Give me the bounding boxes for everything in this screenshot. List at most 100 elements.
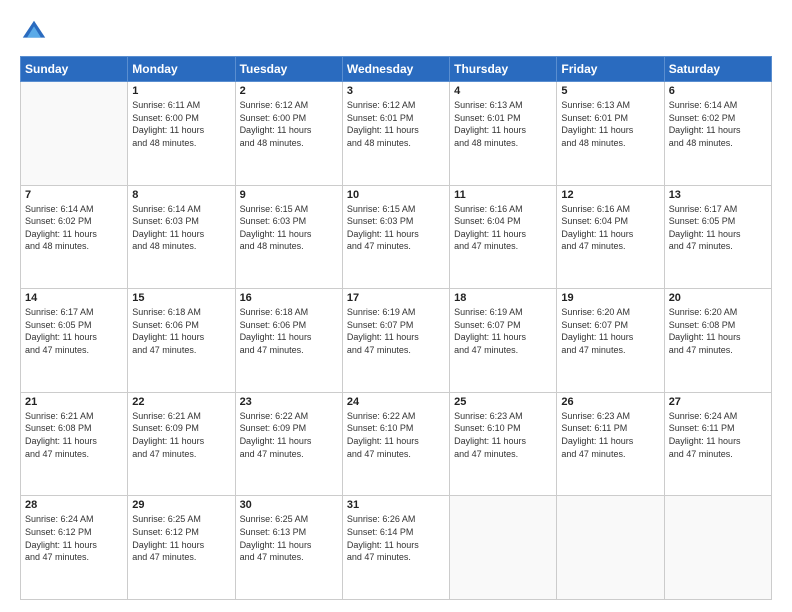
day-info: Sunrise: 6:13 AMSunset: 6:01 PMDaylight:… [561,99,659,149]
calendar-cell [21,82,128,186]
calendar-cell: 13 Sunrise: 6:17 AMSunset: 6:05 PMDayligh… [664,185,771,289]
page: SundayMondayTuesdayWednesdayThursdayFrid… [0,0,792,612]
day-number: 29 [132,499,230,511]
calendar-cell: 26 Sunrise: 6:23 AMSunset: 6:11 PMDayligh… [557,392,664,496]
day-info: Sunrise: 6:12 AMSunset: 6:00 PMDaylight:… [240,99,338,149]
calendar-cell: 29 Sunrise: 6:25 AMSunset: 6:12 PMDayligh… [128,496,235,600]
day-number: 8 [132,189,230,201]
calendar-cell: 10 Sunrise: 6:15 AMSunset: 6:03 PMDayligh… [342,185,449,289]
calendar-cell: 3 Sunrise: 6:12 AMSunset: 6:01 PMDaylight… [342,82,449,186]
calendar-cell: 16Sunrise: 6:18 AMSunset: 6:06 PMDayligh… [235,289,342,393]
calendar-cell: 28 Sunrise: 6:24 AMSunset: 6:12 PMDayligh… [21,496,128,600]
day-info: Sunrise: 6:18 AMSunset: 6:06 PMDaylight:… [132,306,230,356]
day-number: 6 [669,85,767,97]
day-number: 23 [240,396,338,408]
calendar-cell: 15 Sunrise: 6:18 AMSunset: 6:06 PMDayligh… [128,289,235,393]
day-info: Sunrise: 6:22 AMSunset: 6:10 PMDaylight:… [347,410,445,460]
day-number: 28 [25,499,123,511]
calendar-cell: 6 Sunrise: 6:14 AMSunset: 6:02 PMDaylight… [664,82,771,186]
day-number: 4 [454,85,552,97]
calendar-cell [557,496,664,600]
header [20,18,772,46]
day-info: Sunrise: 6:11 AMSunset: 6:00 PMDaylight:… [132,99,230,149]
day-number: 5 [561,85,659,97]
calendar-header-sunday: Sunday [21,57,128,82]
calendar-header-wednesday: Wednesday [342,57,449,82]
day-number: 13 [669,189,767,201]
day-number: 18 [454,292,552,304]
calendar-cell: 25 Sunrise: 6:23 AMSunset: 6:10 PMDayligh… [450,392,557,496]
calendar-table: SundayMondayTuesdayWednesdayThursdayFrid… [20,56,772,600]
calendar-cell: 7 Sunrise: 6:14 AMSunset: 6:02 PMDaylight… [21,185,128,289]
day-number: 12 [561,189,659,201]
day-info: Sunrise: 6:22 AMSunset: 6:09 PMDaylight:… [240,410,338,460]
day-info: Sunrise: 6:21 AMSunset: 6:09 PMDaylight:… [132,410,230,460]
calendar-cell: 17 Sunrise: 6:19 AMSunset: 6:07 PMDayligh… [342,289,449,393]
day-number: 11 [454,189,552,201]
week-row-1: 1 Sunrise: 6:11 AMSunset: 6:00 PMDaylight… [21,82,772,186]
day-number: 19 [561,292,659,304]
day-number: 27 [669,396,767,408]
calendar-cell: 9 Sunrise: 6:15 AMSunset: 6:03 PMDaylight… [235,185,342,289]
day-info: Sunrise: 6:24 AMSunset: 6:11 PMDaylight:… [669,410,767,460]
calendar-cell: 12 Sunrise: 6:16 AMSunset: 6:04 PMDayligh… [557,185,664,289]
calendar-cell: 22 Sunrise: 6:21 AMSunset: 6:09 PMDayligh… [128,392,235,496]
day-number: 15 [132,292,230,304]
day-info: Sunrise: 6:20 AMSunset: 6:08 PMDaylight:… [669,306,767,356]
day-number: 24 [347,396,445,408]
calendar-header-tuesday: Tuesday [235,57,342,82]
day-info: Sunrise: 6:26 AMSunset: 6:14 PMDaylight:… [347,513,445,563]
day-info: Sunrise: 6:13 AMSunset: 6:01 PMDaylight:… [454,99,552,149]
day-info: Sunrise: 6:14 AMSunset: 6:02 PMDaylight:… [669,99,767,149]
day-number: 26 [561,396,659,408]
calendar-cell: 31Sunrise: 6:26 AMSunset: 6:14 PMDayligh… [342,496,449,600]
day-info: Sunrise: 6:17 AMSunset: 6:05 PMDaylight:… [25,306,123,356]
calendar-cell: 14 Sunrise: 6:17 AMSunset: 6:05 PMDayligh… [21,289,128,393]
day-number: 3 [347,85,445,97]
calendar-header-friday: Friday [557,57,664,82]
day-info: Sunrise: 6:14 AMSunset: 6:02 PMDaylight:… [25,203,123,253]
day-info: Sunrise: 6:19 AMSunset: 6:07 PMDaylight:… [454,306,552,356]
day-info: Sunrise: 6:25 AMSunset: 6:12 PMDaylight:… [132,513,230,563]
week-row-5: 28 Sunrise: 6:24 AMSunset: 6:12 PMDayligh… [21,496,772,600]
calendar-header-monday: Monday [128,57,235,82]
day-number: 21 [25,396,123,408]
day-info: Sunrise: 6:24 AMSunset: 6:12 PMDaylight:… [25,513,123,563]
day-info: Sunrise: 6:21 AMSunset: 6:08 PMDaylight:… [25,410,123,460]
calendar-cell: 11Sunrise: 6:16 AMSunset: 6:04 PMDayligh… [450,185,557,289]
day-number: 20 [669,292,767,304]
calendar-cell: 2 Sunrise: 6:12 AMSunset: 6:00 PMDaylight… [235,82,342,186]
calendar-cell: 24 Sunrise: 6:22 AMSunset: 6:10 PMDayligh… [342,392,449,496]
day-info: Sunrise: 6:15 AMSunset: 6:03 PMDaylight:… [347,203,445,253]
week-row-2: 7 Sunrise: 6:14 AMSunset: 6:02 PMDaylight… [21,185,772,289]
week-row-4: 21 Sunrise: 6:21 AMSunset: 6:08 PMDayligh… [21,392,772,496]
calendar-cell: 21 Sunrise: 6:21 AMSunset: 6:08 PMDayligh… [21,392,128,496]
day-info: Sunrise: 6:18 AMSunset: 6:06 PMDaylight:… [240,306,338,356]
calendar-cell [664,496,771,600]
day-number: 9 [240,189,338,201]
calendar-header-saturday: Saturday [664,57,771,82]
calendar-header-row: SundayMondayTuesdayWednesdayThursdayFrid… [21,57,772,82]
day-info: Sunrise: 6:15 AMSunset: 6:03 PMDaylight:… [240,203,338,253]
calendar-cell: 4 Sunrise: 6:13 AMSunset: 6:01 PMDaylight… [450,82,557,186]
day-number: 17 [347,292,445,304]
day-info: Sunrise: 6:23 AMSunset: 6:10 PMDaylight:… [454,410,552,460]
logo [20,18,52,46]
week-row-3: 14 Sunrise: 6:17 AMSunset: 6:05 PMDayligh… [21,289,772,393]
day-info: Sunrise: 6:12 AMSunset: 6:01 PMDaylight:… [347,99,445,149]
day-number: 30 [240,499,338,511]
day-info: Sunrise: 6:19 AMSunset: 6:07 PMDaylight:… [347,306,445,356]
calendar-cell: 23 Sunrise: 6:22 AMSunset: 6:09 PMDayligh… [235,392,342,496]
day-info: Sunrise: 6:23 AMSunset: 6:11 PMDaylight:… [561,410,659,460]
day-info: Sunrise: 6:17 AMSunset: 6:05 PMDaylight:… [669,203,767,253]
day-number: 2 [240,85,338,97]
day-number: 22 [132,396,230,408]
day-info: Sunrise: 6:16 AMSunset: 6:04 PMDaylight:… [561,203,659,253]
calendar-cell: 19Sunrise: 6:20 AMSunset: 6:07 PMDayligh… [557,289,664,393]
calendar-cell: 30Sunrise: 6:25 AMSunset: 6:13 PMDayligh… [235,496,342,600]
day-number: 7 [25,189,123,201]
day-number: 14 [25,292,123,304]
day-number: 25 [454,396,552,408]
day-number: 1 [132,85,230,97]
day-number: 10 [347,189,445,201]
